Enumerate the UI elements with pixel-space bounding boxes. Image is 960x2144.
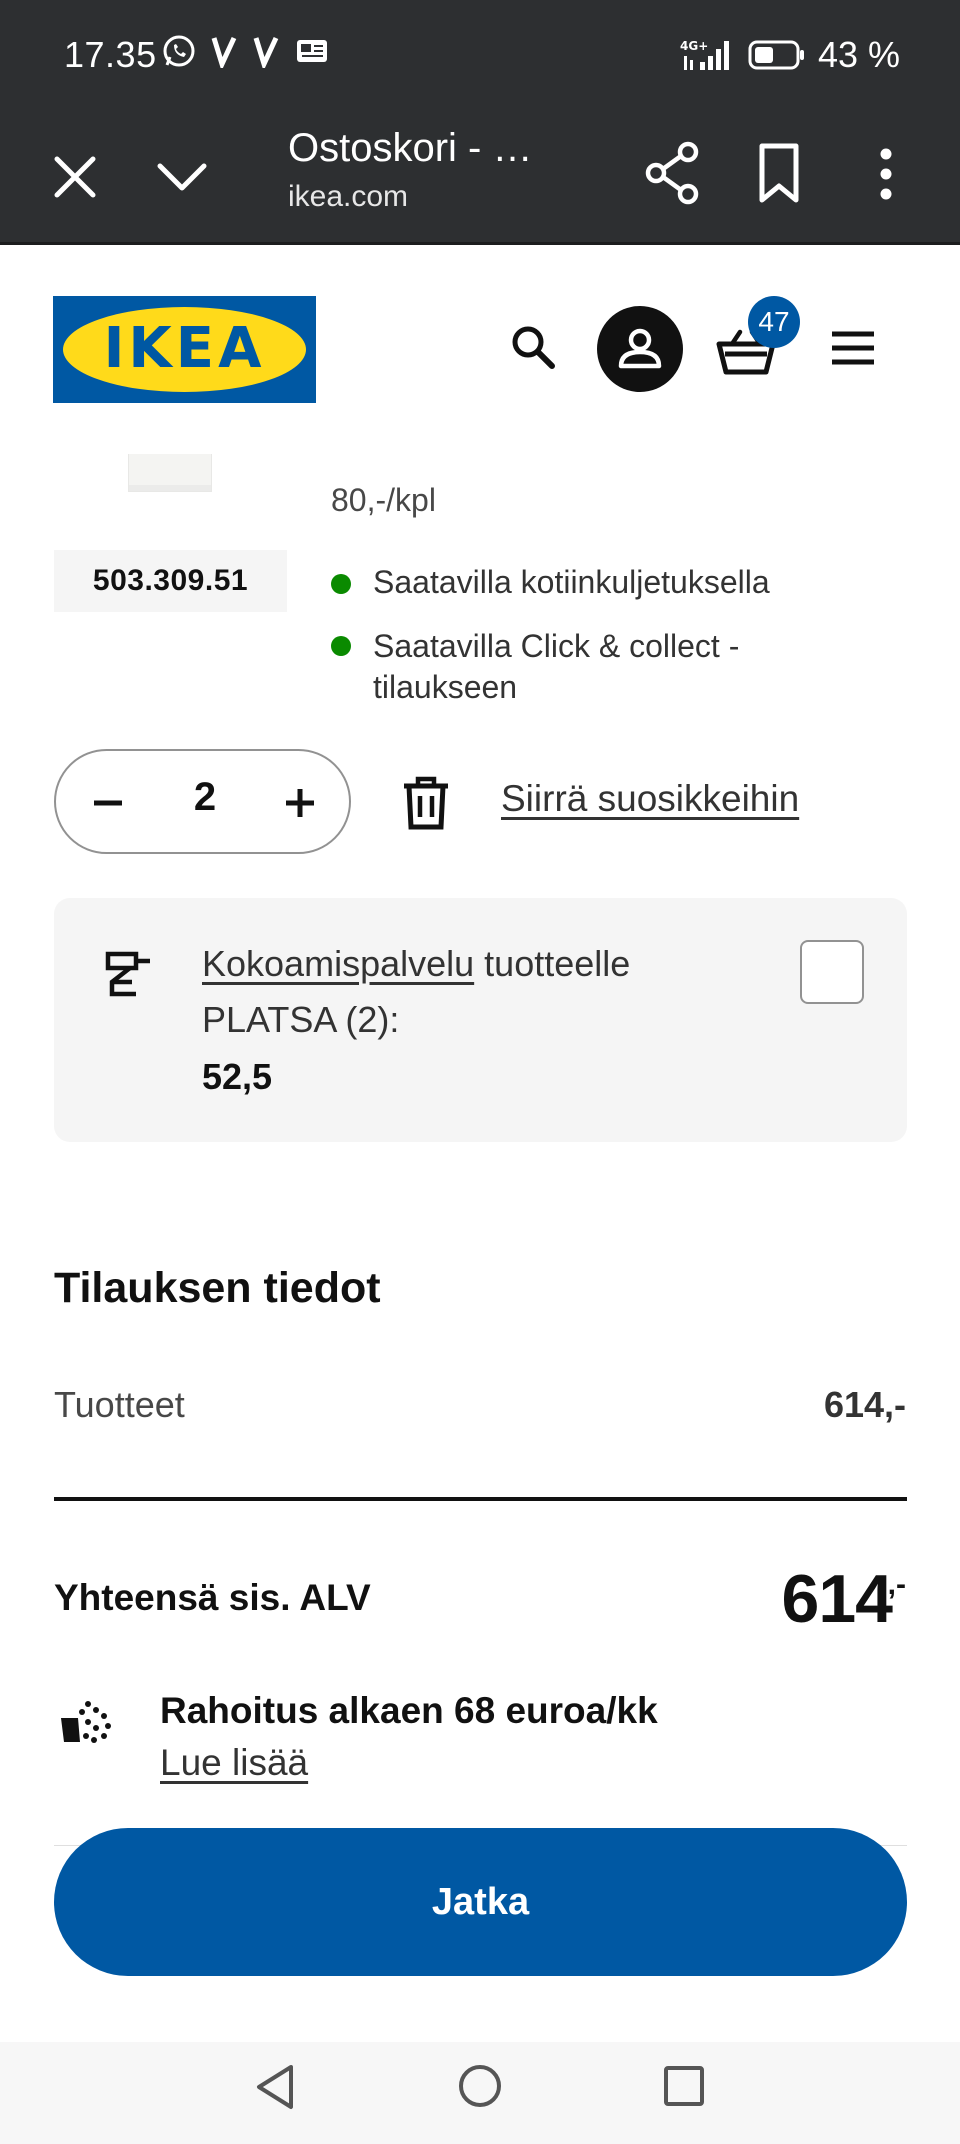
- svg-text:4G+: 4G+: [680, 39, 708, 53]
- availability-text: Saatavilla kotiinkuljetuksella: [373, 564, 770, 600]
- status-time: 17.35: [64, 34, 157, 75]
- total-label: Yhteensä sis. ALV: [54, 1577, 371, 1618]
- status-right: 4G+ 43 %: [680, 34, 900, 76]
- products-value: 614,-: [823, 1384, 906, 1425]
- product-image[interactable]: [128, 454, 212, 492]
- article-number: 503.309.51: [54, 550, 287, 612]
- v-app-icon: [211, 36, 237, 68]
- system-navigation-bar: [0, 2042, 960, 2144]
- signal-icon: 4G+: [680, 39, 729, 70]
- page: 17.35 4G+ 43 % Ostoskori - … ikea.com IK…: [0, 0, 960, 2144]
- plus-icon[interactable]: [278, 781, 322, 825]
- total-value: 614: [781, 1561, 893, 1637]
- availability-text: Saatavilla Click & collect -tilaukseen: [373, 628, 740, 705]
- logo-text: IKEA: [103, 316, 266, 381]
- assembly-service-box: Kokoamispalvelu tuotteelle PLATSA (2): 5…: [54, 898, 907, 1142]
- more-options-icon[interactable]: [866, 144, 906, 204]
- chevron-down-icon[interactable]: [152, 146, 212, 206]
- share-icon[interactable]: [644, 138, 702, 208]
- assembly-service-price: 52,5: [202, 1056, 273, 1097]
- minus-icon[interactable]: [86, 781, 130, 825]
- unit-price: 80,-/kpl: [331, 482, 436, 518]
- back-icon[interactable]: [253, 2062, 297, 2112]
- quantity-value[interactable]: 2: [166, 775, 244, 820]
- page-url[interactable]: ikea.com: [288, 180, 408, 214]
- search-icon[interactable]: [508, 322, 558, 372]
- close-icon[interactable]: [50, 144, 100, 204]
- hamburger-menu-icon[interactable]: [830, 330, 876, 366]
- browser-toolbar: Ostoskori - … ikea.com: [0, 108, 960, 245]
- v-app-icon-2: [253, 36, 279, 68]
- quantity-stepper: 2: [54, 749, 351, 854]
- news-app-icon: [297, 40, 327, 62]
- financing-icon: [61, 1701, 111, 1743]
- account-button[interactable]: [597, 306, 683, 392]
- status-bar: 17.35 4G+ 43 %: [0, 0, 960, 108]
- assembly-service-checkbox[interactable]: [800, 940, 864, 1004]
- assembly-service-link[interactable]: Kokoamispalvelu: [202, 943, 474, 984]
- order-summary-heading: Tilauksen tiedot: [54, 1264, 381, 1312]
- assembly-service-description: Kokoamispalvelu tuotteelle PLATSA (2):: [202, 936, 702, 1048]
- assembly-tool-icon: [105, 951, 150, 997]
- cart-count-badge: 47: [748, 296, 800, 348]
- bookmark-icon[interactable]: [754, 140, 804, 206]
- page-title[interactable]: Ostoskori - …: [288, 126, 532, 171]
- available-status-dot: [331, 574, 351, 594]
- recent-apps-icon[interactable]: [662, 2064, 706, 2108]
- financing-title: Rahoitus alkaen 68 euroa/kk: [160, 1690, 658, 1731]
- products-label: Tuotteet: [54, 1384, 185, 1425]
- home-icon[interactable]: [456, 2062, 504, 2110]
- continue-button[interactable]: Jatka: [54, 1828, 907, 1976]
- summary-divider: [54, 1497, 907, 1501]
- trash-icon[interactable]: [400, 774, 452, 830]
- move-to-favourites-link[interactable]: Siirrä suosikkeihin: [501, 778, 799, 820]
- availability-click-collect: Saatavilla Click & collect -tilaukseen: [331, 626, 791, 708]
- battery-icon: [748, 40, 804, 70]
- ikea-logo[interactable]: IKEA: [53, 296, 316, 403]
- battery-level: 43 %: [817, 34, 900, 75]
- available-status-dot: [331, 636, 351, 656]
- read-more-link[interactable]: Lue lisää: [160, 1742, 308, 1784]
- total-value-suffix: ,-: [887, 1568, 906, 1601]
- notification-icons: [162, 34, 330, 68]
- availability-home-delivery: Saatavilla kotiinkuljetuksella: [331, 564, 770, 601]
- whatsapp-icon: [163, 35, 195, 67]
- user-icon: [618, 328, 662, 369]
